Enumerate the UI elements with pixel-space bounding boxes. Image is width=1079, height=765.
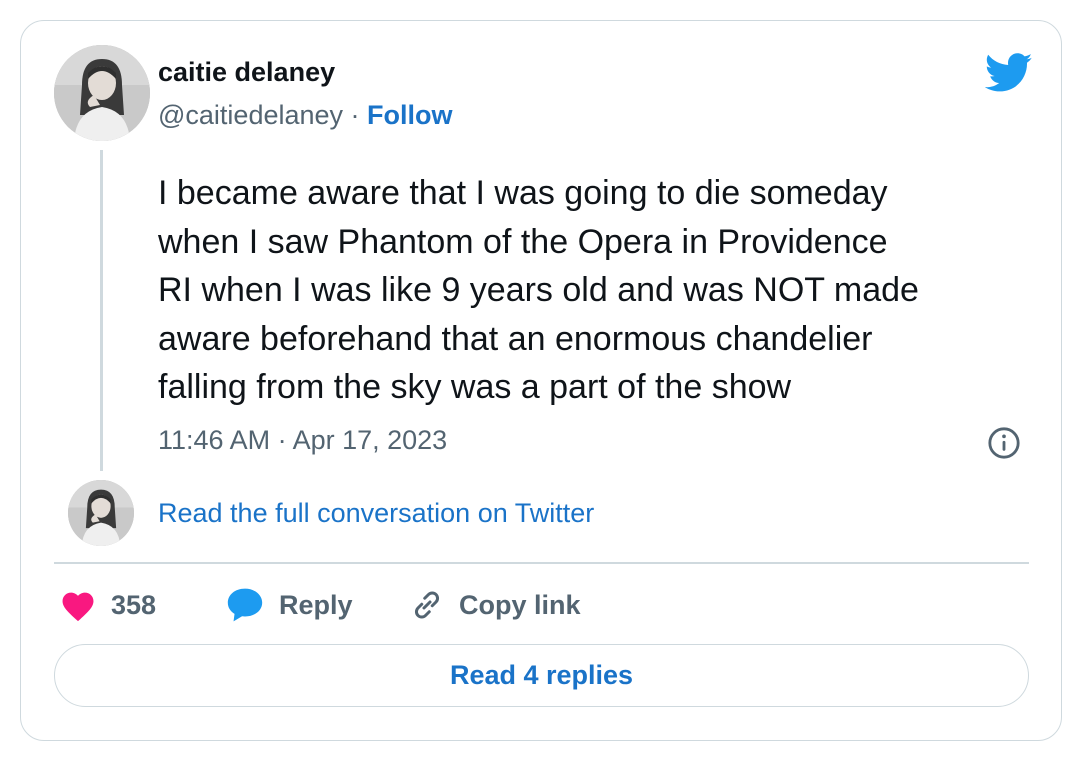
like-count: 358	[111, 589, 157, 620]
reply-avatar[interactable]	[68, 480, 134, 546]
like-button[interactable]: 358	[59, 585, 156, 625]
author-handle[interactable]: @caitiedelaney	[158, 100, 343, 130]
tweet-embed-card: caitie delaney @caitiedelaney · Follow I…	[20, 20, 1062, 741]
author-name[interactable]: caitie delaney	[158, 57, 335, 88]
twitter-bird-icon[interactable]	[985, 53, 1033, 93]
author-avatar[interactable]	[54, 45, 150, 141]
copy-link-label: Copy link	[459, 589, 581, 620]
link-icon	[414, 591, 440, 619]
author-handle-row: @caitiedelaney · Follow	[158, 100, 453, 131]
heart-icon	[62, 592, 94, 622]
tweet-text: I became aware that I was going to die s…	[158, 174, 919, 406]
read-replies-button[interactable]: Read 4 replies	[54, 644, 1029, 707]
avatar-photo	[54, 45, 150, 141]
reply-button[interactable]: Reply	[225, 585, 353, 625]
info-icon[interactable]	[987, 426, 1021, 460]
speech-bubble-icon	[227, 588, 263, 622]
read-full-conversation-link[interactable]: Read the full conversation on Twitter	[158, 498, 594, 529]
read-replies-label: Read 4 replies	[449, 660, 634, 690]
divider	[54, 562, 1029, 564]
follow-button[interactable]: Follow	[367, 100, 452, 130]
copy-link-button[interactable]: Copy link	[409, 585, 581, 625]
reply-label: Reply	[279, 589, 353, 620]
avatar-photo	[68, 480, 134, 546]
tweet-timestamp[interactable]: 11:46 AM · Apr 17, 2023	[158, 425, 447, 456]
handle-separator: ·	[343, 100, 368, 130]
thread-connector-line	[100, 150, 103, 471]
